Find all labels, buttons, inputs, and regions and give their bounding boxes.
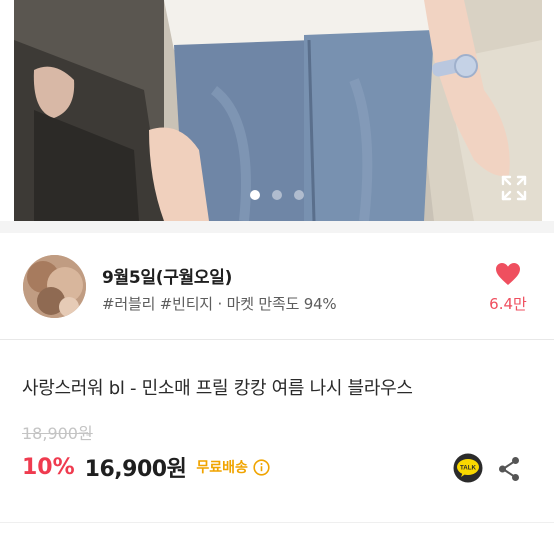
divider [0,339,554,340]
info-icon[interactable] [253,458,270,476]
sale-price: 16,900원 [84,457,187,482]
original-price: 18,900원 [22,424,93,443]
shop-avatar-image [23,255,86,318]
gallery-page-indicator [0,190,554,204]
page-dot-active[interactable] [250,190,260,200]
product-image-gallery[interactable] [0,0,554,221]
shop-tags-and-rating: #러블리 #빈티지 · 마켓 만족도 94% [102,295,337,313]
share-icon[interactable] [497,456,521,482]
shop-name[interactable]: 9월5일(구월오일) [102,263,232,288]
product-photo-illustration [14,0,542,221]
discount-rate: 10% [22,454,75,480]
heart-icon[interactable] [495,262,521,286]
shop-info-row[interactable]: 9월5일(구월오일) #러블리 #빈티지 · 마켓 만족도 94% 6.4만 [0,233,554,339]
product-photo[interactable] [14,0,542,221]
like-count: 6.4만 [489,295,527,313]
talk-chat-icon[interactable]: TALK [453,453,483,483]
price-row: 10% 16,900원 무료배송 [22,452,270,482]
page-dot[interactable] [272,190,282,200]
talk-label: TALK [460,465,477,472]
section-separator [0,221,554,233]
page-dot[interactable] [294,190,304,200]
product-title: 사랑스러워 bl - 민소매 프릴 캉캉 여름 나시 블라우스 [22,378,413,399]
divider [0,522,554,523]
expand-icon[interactable] [500,174,528,202]
shop-avatar[interactable] [23,255,86,318]
free-shipping-label: 무료배송 [196,460,248,476]
